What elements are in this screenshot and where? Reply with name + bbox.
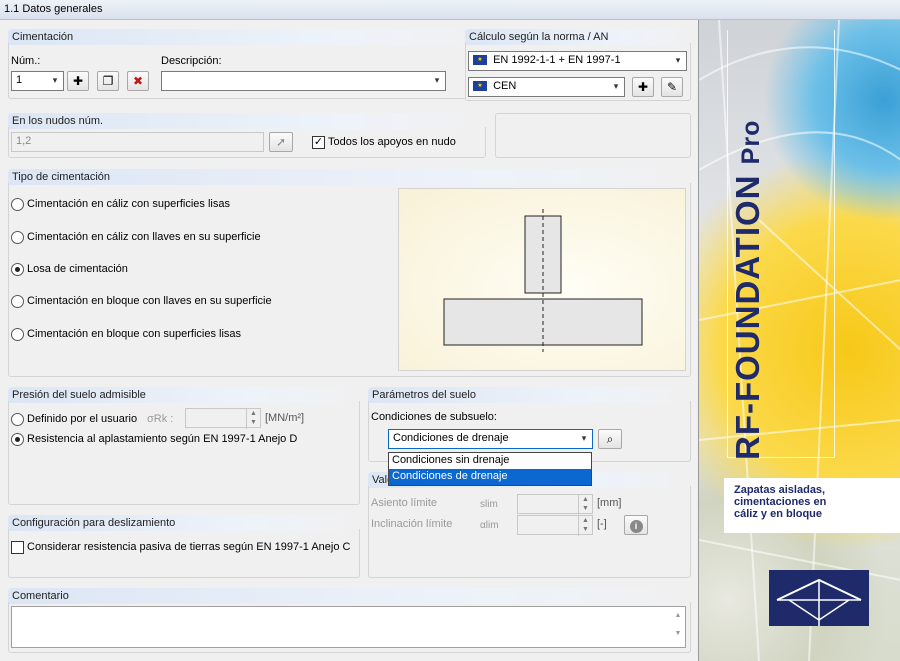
- chevron-down-icon: ▾: [581, 433, 587, 443]
- inclin-input[interactable]: ▲ ▼: [517, 515, 593, 536]
- info-icon: i: [629, 520, 643, 533]
- asiento-symbol: slim: [480, 499, 498, 510]
- new-foundation-button[interactable]: ✚: [67, 71, 89, 91]
- new-item-icon: ✚: [72, 74, 84, 88]
- losa-diagram: [443, 209, 643, 352]
- todos-checkbox[interactable]: ✓: [312, 136, 325, 149]
- calculo-group: Cálculo según la norma / AN ★ EN 1992-1-…: [465, 29, 691, 101]
- edit-icon: ✎: [666, 80, 678, 94]
- norma-value: EN 1992-1-1 + EN 1997-1: [493, 54, 621, 66]
- pasiva-checkbox[interactable]: [11, 541, 24, 554]
- dlubal-logo-icon: [769, 570, 869, 626]
- inclin-symbol: αlim: [480, 520, 499, 531]
- brand-tagline-box: Zapatas aisladas, cimentaciones en cáliz…: [724, 478, 900, 533]
- tipo-label-2: Losa de cimentación: [27, 263, 128, 275]
- chevron-down-icon: ▾: [613, 81, 619, 91]
- new-annex-button[interactable]: ✚: [632, 77, 654, 97]
- desc-label: Descripción:: [161, 55, 222, 67]
- presion-label-usuario: Definido por el usuario: [27, 413, 138, 425]
- sigma-input[interactable]: ▲ ▼: [185, 408, 261, 429]
- tipo-radio-1[interactable]: [11, 231, 24, 244]
- comentario-scrollbar[interactable]: ▲ ▼: [671, 607, 685, 647]
- brand-tagline-2: cimentaciones en: [734, 496, 827, 508]
- copy-foundation-button[interactable]: ❐: [97, 71, 119, 91]
- presion-label-anejo: Resistencia al aplastamiento según EN 19…: [27, 433, 298, 445]
- comentario-group: Comentario ▲ ▼: [8, 588, 691, 653]
- info-button[interactable]: i: [624, 515, 648, 535]
- pasiva-label: Considerar resistencia pasiva de tierras…: [27, 541, 351, 553]
- parametros-group: Parámetros del suelo Condiciones de subs…: [368, 387, 691, 462]
- valores-group: Valo Asiento límite slim ▲ ▼ [mm] Inclina…: [368, 472, 691, 578]
- window-title: 1.1 Datos generales: [0, 0, 900, 20]
- desc-combo[interactable]: ▾: [161, 71, 446, 91]
- cond-value: Condiciones de drenaje: [393, 432, 509, 444]
- todos-label: Todos los apoyos en nudo: [328, 136, 456, 148]
- cond-dropdown-list: Condiciones sin drenaje Condiciones de d…: [388, 452, 592, 486]
- sigma-label: σRk :: [147, 413, 174, 425]
- chevron-down-icon: ▾: [52, 75, 58, 85]
- edit-annex-button[interactable]: ✎: [661, 77, 683, 97]
- presion-radio-usuario[interactable]: [11, 413, 24, 426]
- comentario-textarea[interactable]: [11, 606, 686, 648]
- tipo-label-3: Cimentación en bloque con llaves en su s…: [27, 295, 272, 307]
- chevron-down-icon: ▾: [434, 75, 440, 85]
- copy-icon: ❐: [102, 74, 114, 88]
- deslizamiento-group: Configuración para deslizamiento Conside…: [8, 515, 360, 578]
- nudos-group: En los nudos núm. 1,2 ➚ ✓ Todos los apoy…: [8, 113, 486, 158]
- tipo-label-0: Cimentación en cáliz con superficies lis…: [27, 198, 230, 210]
- spinner-icon: ▲ ▼: [246, 409, 260, 429]
- tipo-label-4: Cimentación en bloque con superficies li…: [27, 328, 242, 340]
- cond-label: Condiciones de subsuelo:: [371, 411, 497, 423]
- tipo-group: Tipo de cimentación Cimentación en cáliz…: [8, 169, 691, 377]
- cimentacion-group: Cimentación Núm.: 1 ▾ ✚ ❐ ✖ Descripción:…: [8, 29, 486, 99]
- nudos-input[interactable]: 1,2: [11, 132, 264, 152]
- brand-tagline-3: cáliz y en bloque: [734, 508, 823, 520]
- brand-tagline-1: Zapatas aisladas,: [734, 484, 826, 496]
- foundation-preview: [398, 188, 686, 371]
- brand-title-text: RF-FOUNDATION: [729, 174, 766, 460]
- tipo-radio-4[interactable]: [11, 328, 24, 341]
- spinner-icon: ▲ ▼: [578, 495, 592, 515]
- asiento-unit: [mm]: [597, 497, 622, 509]
- delete-icon: ✖: [132, 74, 144, 88]
- chevron-down-icon: ▾: [675, 55, 681, 65]
- dropdown-option-sin-drenaje[interactable]: Condiciones sin drenaje: [389, 453, 591, 469]
- inclin-label: Inclinación límite: [371, 518, 453, 530]
- pointer-icon: ➚: [275, 135, 287, 149]
- norma-combo[interactable]: ★ EN 1992-1-1 + EN 1997-1 ▾: [468, 51, 687, 71]
- empty-panel: [495, 113, 691, 158]
- asiento-label: Asiento límite: [371, 497, 438, 509]
- anexo-value: CEN: [493, 80, 517, 92]
- brand-title-suffix: Pro: [737, 119, 765, 165]
- num-combo[interactable]: 1 ▾: [11, 71, 64, 91]
- tipo-label-1: Cimentación en cáliz con llaves en su su…: [27, 231, 261, 243]
- num-value: 1: [16, 74, 23, 86]
- eu-flag-icon: ★: [473, 81, 487, 92]
- presion-radio-anejo[interactable]: [11, 433, 24, 446]
- tipo-radio-0[interactable]: [11, 198, 24, 211]
- sigma-unit: [MN/m²]: [265, 412, 305, 424]
- anexo-combo[interactable]: ★ CEN ▾: [468, 77, 625, 97]
- soil-details-button[interactable]: ⌕: [598, 429, 622, 449]
- new-item-icon: ✚: [637, 80, 649, 94]
- cond-combo[interactable]: Condiciones de drenaje ▾: [388, 429, 593, 449]
- delete-foundation-button[interactable]: ✖: [127, 71, 149, 91]
- dropdown-option-drenaje[interactable]: Condiciones de drenaje: [389, 469, 591, 485]
- spinner-icon: ▲ ▼: [578, 516, 592, 536]
- magnifier-icon: ⌕: [606, 432, 614, 446]
- pick-nodes-button[interactable]: ➚: [269, 132, 293, 152]
- asiento-input[interactable]: ▲ ▼: [517, 494, 593, 515]
- presion-group: Presión del suelo admisible Definido por…: [8, 387, 360, 505]
- inclin-unit: [-]: [597, 518, 607, 530]
- tipo-radio-3[interactable]: [11, 295, 24, 308]
- brand-panel: RF-FOUNDATION Pro Zapatas aisladas, cime…: [698, 20, 900, 661]
- num-label: Núm.:: [11, 55, 41, 67]
- eu-flag-icon: ★: [473, 55, 487, 66]
- brand-title: RF-FOUNDATION Pro: [729, 120, 767, 460]
- tipo-radio-2[interactable]: [11, 263, 24, 276]
